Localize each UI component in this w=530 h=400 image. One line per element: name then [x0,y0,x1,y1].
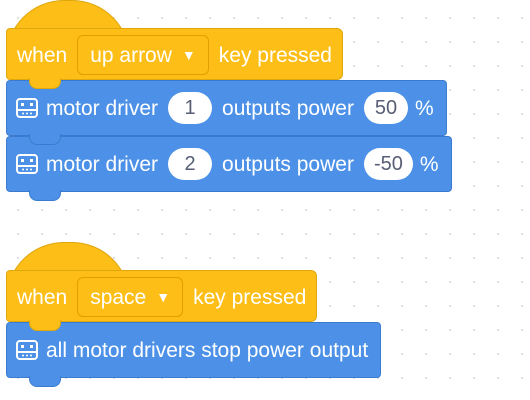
motor-driver-label: motor driver [46,152,159,176]
outputs-power-label: outputs power [222,96,354,120]
stop-all-motor-drivers-block[interactable]: all motor drivers stop power output [6,322,382,387]
motor-driver-output-power-block[interactable]: motor driver 1 outputs power 50 % [6,80,447,145]
block-connector [29,376,61,387]
when-label: when [17,43,68,67]
percent-label: % [414,96,434,120]
percent-label: % [419,152,439,176]
key-dropdown-value: space [90,285,147,309]
motor-driver-icon [16,154,38,174]
chevron-down-icon: ▼ [156,289,171,305]
key-pressed-label: key pressed [193,285,307,309]
script-stack-up-arrow[interactable]: when up arrow ▼ key pressed motor driver… [6,0,452,201]
script-stack-space[interactable]: when space ▼ key pressed all motor drive… [6,242,382,387]
outputs-power-label: outputs power [222,152,354,176]
block-connector [29,320,61,331]
power-value-input[interactable]: -50 [363,148,413,180]
motor-driver-label: motor driver [46,96,159,120]
block-connector [29,78,61,89]
when-key-pressed-block[interactable]: when space ▼ key pressed [6,242,318,331]
key-dropdown-value: up arrow [90,43,172,67]
key-dropdown[interactable]: up arrow ▼ [77,35,209,75]
key-dropdown[interactable]: space ▼ [77,277,184,317]
block-connector [29,134,61,145]
driver-number-input[interactable]: 1 [168,92,213,124]
motor-driver-icon [16,98,38,118]
stop-power-output-label: all motor drivers stop power output [46,338,369,362]
key-pressed-label: key pressed [218,43,332,67]
driver-number-input[interactable]: 2 [168,148,213,180]
chevron-down-icon: ▼ [181,47,196,63]
power-value-input[interactable]: 50 [363,92,408,124]
block-connector [29,190,61,201]
when-key-pressed-block[interactable]: when up arrow ▼ key pressed [6,0,343,89]
when-label: when [17,285,68,309]
motor-driver-output-power-block[interactable]: motor driver 2 outputs power -50 % [6,136,452,201]
motor-driver-icon [16,340,38,360]
